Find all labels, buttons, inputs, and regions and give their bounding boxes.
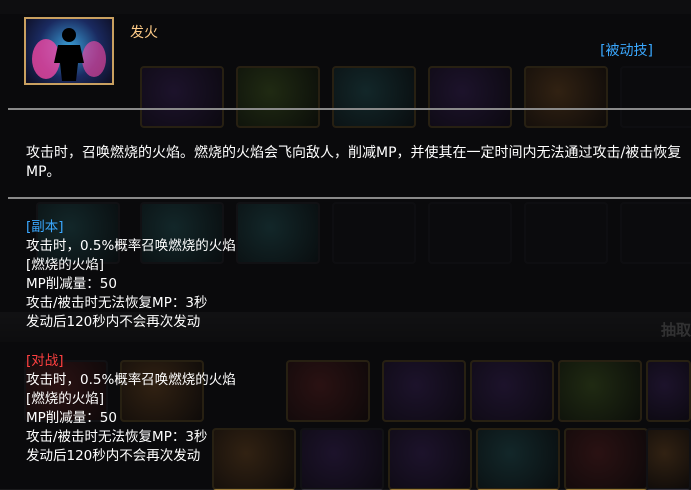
flame-figure-icon xyxy=(32,28,106,81)
pvp-line: [燃烧的火焰] xyxy=(26,391,105,407)
pvp-effect-block: [对战] 攻击时，0.5%概率召唤燃烧的火焰 [燃烧的火焰] MP削减量：50 … xyxy=(26,352,236,466)
skill-tooltip: 发火 [被动技] 攻击时，召唤燃烧的火焰。燃烧的火焰会飞向敌人，削减MP，并使其… xyxy=(0,0,691,489)
dungeon-line: [燃烧的火焰] xyxy=(26,257,105,273)
dungeon-line: 攻击/被击时无法恢复MP：3秒 xyxy=(26,295,208,311)
dungeon-tag: [副本] xyxy=(26,219,64,235)
skill-type-label: [被动技] xyxy=(600,43,653,59)
dungeon-line: MP削减量：50 xyxy=(26,276,117,292)
pvp-line: 攻击/被击时无法恢复MP：3秒 xyxy=(26,429,208,445)
dungeon-line: 发动后120秒内不会再次发动 xyxy=(26,314,201,330)
pvp-tag: [对战] xyxy=(26,353,64,369)
skill-icon xyxy=(24,17,114,85)
skill-name: 发火 xyxy=(130,25,158,41)
pvp-line: 发动后120秒内不会再次发动 xyxy=(26,448,201,464)
pvp-line: MP削减量：50 xyxy=(26,410,117,426)
divider xyxy=(8,108,691,110)
skill-description: 攻击时，召唤燃烧的火焰。燃烧的火焰会飞向敌人，削减MP，并使其在一定时间内无法通… xyxy=(26,145,682,180)
divider xyxy=(8,197,691,199)
dungeon-effect-block: [副本] 攻击时，0.5%概率召唤燃烧的火焰 [燃烧的火焰] MP削减量：50 … xyxy=(26,218,236,332)
pvp-line: 攻击时，0.5%概率召唤燃烧的火焰 xyxy=(26,372,236,388)
dungeon-line: 攻击时，0.5%概率召唤燃烧的火焰 xyxy=(26,238,236,254)
